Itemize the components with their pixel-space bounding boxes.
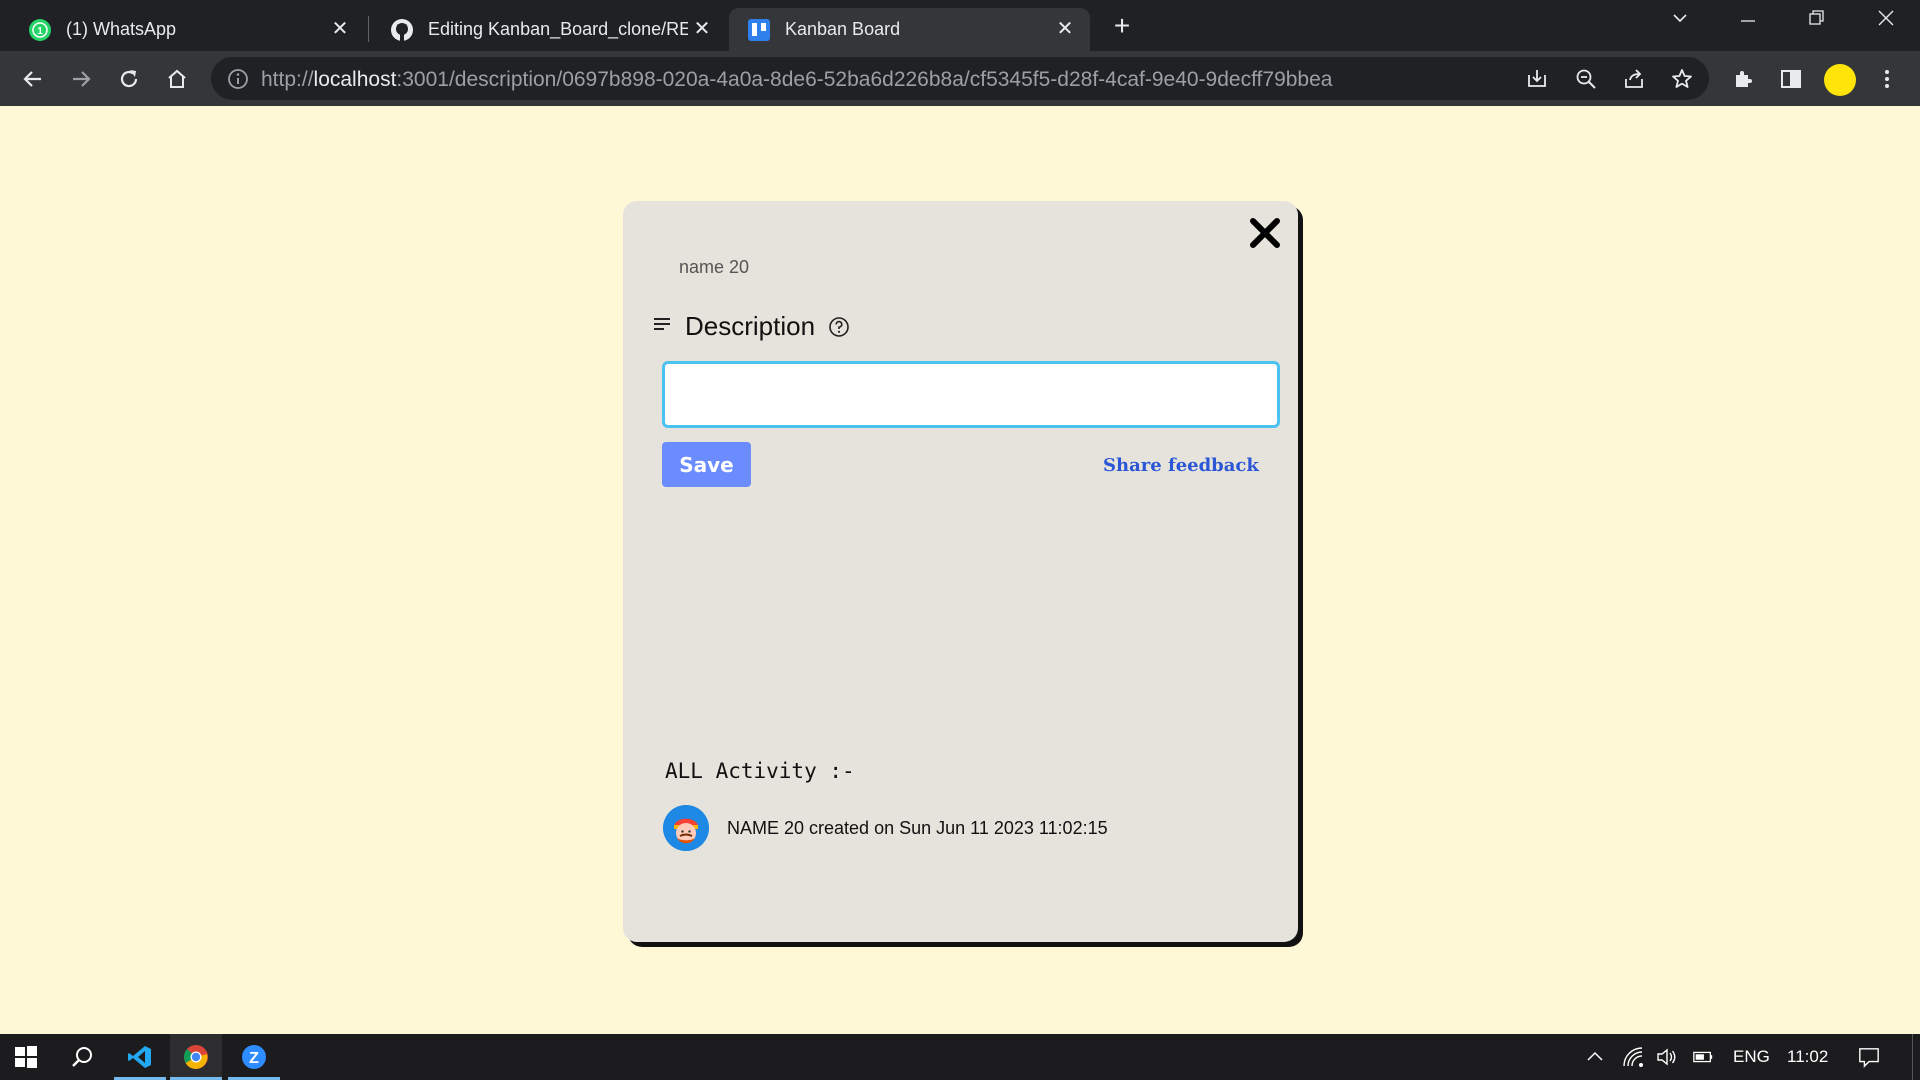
page-content: name 20 Description Save Share feedback … (0, 106, 1920, 1034)
language-indicator[interactable]: ENG (1733, 1047, 1770, 1067)
trello-icon (747, 18, 771, 42)
chevron-up-icon[interactable] (1584, 1046, 1606, 1068)
windows-start-icon[interactable] (0, 1034, 52, 1080)
notification-icon[interactable] (1858, 1046, 1880, 1068)
tab-github[interactable]: Editing Kanban_Board_clone/REA ✕ (372, 8, 727, 51)
card-description-modal: name 20 Description Save Share feedback … (623, 201, 1298, 942)
bookmark-star-icon[interactable] (1670, 67, 1694, 96)
browser-toolbar: http://localhost:3001/description/0697b8… (0, 51, 1920, 106)
info-icon[interactable] (227, 68, 249, 95)
volume-icon[interactable] (1656, 1046, 1678, 1068)
description-title: Description (685, 311, 816, 341)
whatsapp-icon: 1 (28, 18, 52, 42)
vscode-icon[interactable] (114, 1034, 166, 1080)
activity-section-title: ALL Activity :- (665, 759, 855, 783)
zoom-icon[interactable] (1574, 67, 1598, 96)
description-input[interactable] (662, 361, 1280, 428)
chrome-icon[interactable] (170, 1034, 222, 1080)
menu-kebab-icon[interactable] (1872, 64, 1902, 94)
text-lines-icon (653, 315, 671, 338)
show-desktop-divider[interactable] (1912, 1034, 1913, 1080)
search-icon[interactable] (56, 1034, 108, 1080)
description-header: Description (653, 311, 850, 342)
restore-button[interactable] (1796, 8, 1836, 38)
address-bar[interactable]: http://localhost:3001/description/0697b8… (211, 57, 1709, 100)
close-window-button[interactable] (1866, 8, 1906, 38)
tab-title: Kanban Board (785, 19, 901, 39)
tab-search-icon[interactable] (1660, 8, 1700, 38)
close-tab-icon[interactable]: ✕ (1054, 18, 1076, 40)
tab-kanban-board[interactable]: Kanban Board ✕ (729, 8, 1090, 51)
activity-text: NAME 20 created on Sun Jun 11 2023 11:02… (727, 817, 1108, 838)
url-text: http://localhost:3001/description/0697b8… (261, 68, 1333, 91)
new-tab-button[interactable]: + (1108, 12, 1136, 41)
profile-avatar[interactable] (1824, 64, 1856, 96)
svg-text:1: 1 (37, 26, 43, 37)
zoom-app-icon[interactable]: Z (228, 1034, 280, 1080)
browser-tab-strip: 1 (1) WhatsApp ✕ Editing Kanban_Board_cl… (0, 0, 1920, 51)
card-name: name 20 (679, 257, 750, 277)
close-modal-icon[interactable] (1247, 215, 1283, 251)
save-button[interactable]: Save (662, 442, 751, 487)
close-tab-icon[interactable]: ✕ (691, 18, 713, 40)
activity-item: NAME 20 created on Sun Jun 11 2023 11:02… (663, 805, 1108, 851)
share-feedback-link[interactable]: Share feedback (1103, 455, 1259, 476)
home-button[interactable] (162, 64, 192, 94)
minimize-button[interactable] (1728, 8, 1768, 38)
github-icon (390, 18, 414, 42)
tab-whatsapp[interactable]: 1 (1) WhatsApp ✕ (0, 8, 365, 51)
reload-button[interactable] (114, 64, 144, 94)
install-app-icon[interactable] (1525, 67, 1549, 96)
help-icon[interactable] (828, 316, 850, 338)
tab-title: (1) WhatsApp (66, 19, 177, 39)
tab-separator (368, 16, 369, 42)
network-icon[interactable] (1622, 1046, 1644, 1068)
svg-text:Z: Z (249, 1050, 259, 1067)
forward-button[interactable] (66, 64, 96, 94)
tab-title: Editing Kanban_Board_clone/REA (428, 19, 688, 39)
clock[interactable]: 11:02 (1787, 1047, 1828, 1067)
user-avatar-icon (663, 805, 709, 851)
battery-icon[interactable] (1692, 1046, 1714, 1068)
extensions-icon[interactable] (1728, 64, 1758, 94)
close-tab-icon[interactable]: ✕ (329, 18, 351, 40)
side-panel-icon[interactable] (1776, 64, 1806, 94)
windows-taskbar: Z ENG 11:02 (0, 1034, 1920, 1080)
share-icon[interactable] (1622, 67, 1646, 96)
back-button[interactable] (18, 64, 48, 94)
